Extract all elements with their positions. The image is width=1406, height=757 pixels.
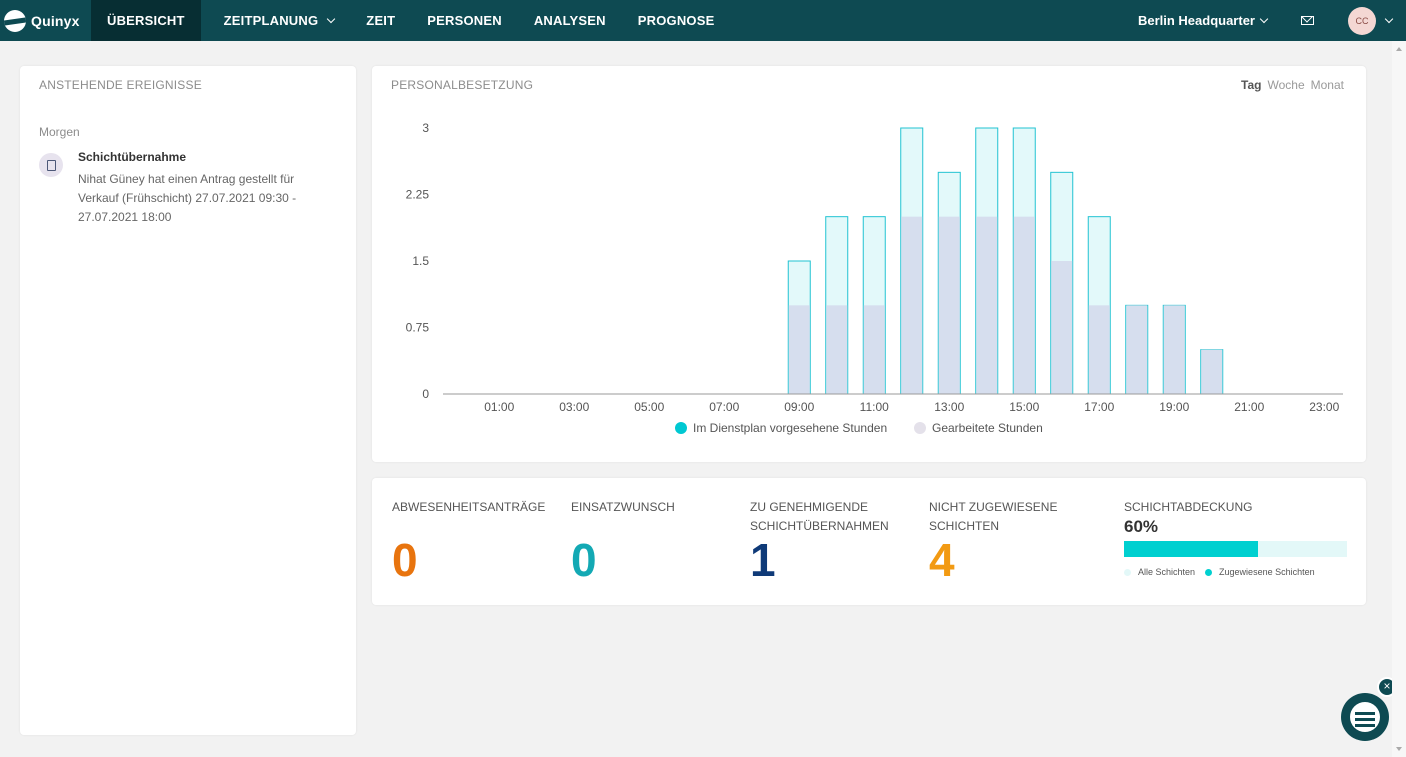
x-tick-label: 21:00: [1234, 400, 1264, 414]
legend-dot-icon: [1205, 568, 1213, 576]
legend-assigned-shifts: Zugewiesene Schichten: [1219, 567, 1315, 577]
events-title: ANSTEHENDE EREIGNISSE: [39, 78, 202, 92]
x-tick-label: 07:00: [709, 400, 739, 414]
bar-worked: [863, 305, 885, 394]
quinyx-logo[interactable]: Quinyx: [0, 0, 91, 41]
x-tick-label: 05:00: [634, 400, 664, 414]
coverage-percent: 60%: [1124, 517, 1159, 536]
bar-worked: [1013, 216, 1035, 394]
y-tick-label: 2.25: [406, 188, 430, 202]
bar-worked: [826, 305, 848, 394]
avatar[interactable]: CC: [1348, 6, 1376, 35]
tab-prognose[interactable]: PROGNOSE: [606, 0, 715, 41]
stat-absence-requests[interactable]: ABWESENHEITSANTRÄGE: [392, 498, 562, 517]
chat-icon: [1350, 702, 1380, 732]
bar-worked: [1088, 305, 1110, 394]
user-menu-chevron-icon[interactable]: [1384, 14, 1394, 23]
stat-shift-swaps[interactable]: ZU GENEHMIGENDE SCHICHTÜBERNAHMEN: [750, 498, 910, 536]
upcoming-events-card: ANSTEHENDE EREIGNISSE Morgen Schichtüber…: [20, 66, 356, 735]
tab-personen[interactable]: PERSONEN: [395, 0, 502, 41]
coverage-progress-fill: [1124, 541, 1258, 557]
x-tick-label: 13:00: [934, 400, 964, 414]
mail-icon[interactable]: [1301, 16, 1314, 25]
bar-worked: [901, 216, 923, 394]
legend-label-scheduled: Im Dienstplan vorgesehene Stunden: [693, 421, 887, 435]
coverage-progress-bar: [1124, 541, 1347, 557]
x-tick-label: 01:00: [484, 400, 514, 414]
bar-worked: [1126, 305, 1148, 394]
stat-unassigned-value: 4: [929, 534, 955, 586]
staffing-bar-chart: 3 2.25 1.5 0.75 0 01:00 03:00 05:00 07:00 09:00 11…: [406, 121, 1343, 435]
stats-card: ABWESENHEITSANTRÄGE 0 EINSATZWUNSCH 0 ZU…: [372, 478, 1366, 605]
y-tick-label: 0.75: [406, 321, 430, 335]
scroll-down-icon[interactable]: [1396, 747, 1402, 751]
stat-label: EINSATZWUNSCH: [571, 500, 675, 514]
scroll-up-icon[interactable]: [1396, 47, 1402, 51]
coverage-title: SCHICHTABDECKUNG: [1124, 500, 1253, 514]
bar-worked: [1201, 349, 1223, 394]
x-tick-label: 09:00: [784, 400, 814, 414]
stat-label: ZU GENEHMIGENDE SCHICHTÜBERNAHMEN: [750, 500, 889, 533]
legend-all-shifts: Alle Schichten: [1138, 567, 1196, 577]
coverage-legend: Alle Schichten Zugewiesene Schichten: [1124, 567, 1315, 577]
x-tick-label: 03:00: [559, 400, 589, 414]
event-title[interactable]: Schichtübernahme: [78, 150, 186, 164]
tab-zeitplanung[interactable]: ZEITPLANUNG: [201, 0, 336, 41]
y-tick-label: 3: [422, 121, 429, 135]
bar-worked: [1163, 305, 1185, 394]
x-tick-label: 15:00: [1009, 400, 1039, 414]
stat-label: NICHT ZUGEWIESENE SCHICHTEN: [929, 500, 1058, 533]
x-tick-label: 17:00: [1084, 400, 1114, 414]
shift-coverage: SCHICHTABDECKUNG: [1124, 498, 1252, 517]
tab-zeit[interactable]: ZEIT: [334, 0, 395, 41]
location-selector[interactable]: Berlin Headquarter: [1138, 13, 1269, 28]
stat-label: ABWESENHEITSANTRÄGE: [392, 500, 546, 514]
event-description: Nihat Güney hat einen Antrag gestellt fü…: [78, 172, 297, 224]
staffing-chart-card: PERSONALBESETZUNG Tag Woche Monat 3 2.25 1…: [372, 66, 1366, 462]
tab-analysen[interactable]: ANALYSEN: [502, 0, 606, 41]
bar-worked: [976, 216, 998, 394]
stat-unassigned-shifts[interactable]: NICHT ZUGEWIESENE SCHICHTEN: [929, 498, 1079, 536]
x-tick-label: 23:00: [1309, 400, 1339, 414]
legend-dot-scheduled: [675, 422, 687, 434]
events-day-label: Morgen: [39, 125, 80, 139]
shift-swap-icon: [39, 153, 63, 177]
legend-label-worked: Gearbeitete Stunden: [932, 421, 1043, 435]
bar-worked: [788, 305, 810, 394]
stat-absence-value: 0: [392, 534, 418, 586]
legend-dot-worked: [914, 422, 926, 434]
chat-widget-button[interactable]: [1341, 693, 1389, 741]
top-navigation: Quinyx ÜBERSICHT ZEITPLANUNG ZEIT PERSON…: [0, 0, 1406, 41]
y-tick-label: 1.5: [412, 254, 429, 268]
bar-worked: [1051, 261, 1073, 394]
tab-uebersicht[interactable]: ÜBERSICHT: [91, 0, 201, 41]
logo-text: Quinyx: [31, 12, 80, 29]
legend-dot-icon: [1124, 568, 1131, 576]
scrollbar[interactable]: [1392, 41, 1406, 757]
x-tick-label: 19:00: [1159, 400, 1189, 414]
quinyx-logo-icon: [4, 9, 26, 32]
stat-shift-wishes-value: 0: [571, 534, 597, 586]
stat-shift-wishes[interactable]: EINSATZWUNSCH: [571, 498, 721, 517]
stat-shift-swaps-value: 1: [750, 534, 776, 586]
chevron-down-icon: [1259, 14, 1269, 23]
x-tick-label: 11:00: [860, 400, 889, 414]
bar-worked: [938, 216, 960, 394]
y-tick-label: 0: [422, 387, 429, 401]
